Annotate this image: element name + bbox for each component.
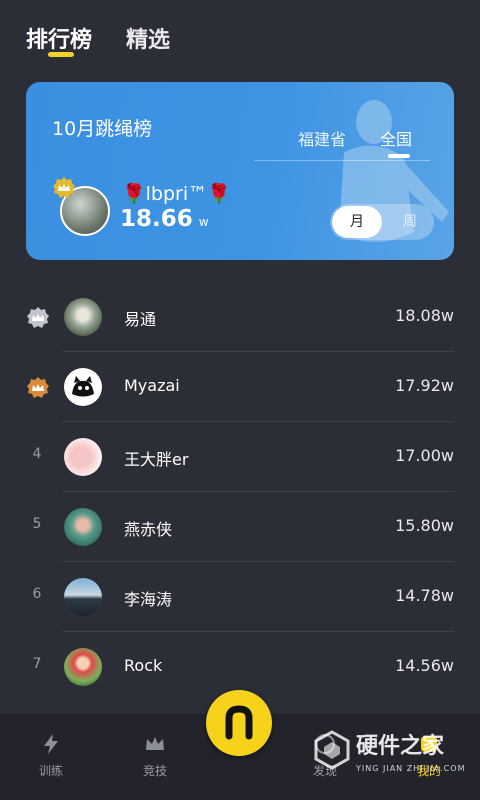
region-national[interactable]: 全国 xyxy=(380,126,412,150)
top-tabs: 排行榜 精选 xyxy=(0,0,480,70)
cat-icon xyxy=(72,376,94,397)
nav-train[interactable]: 训练 xyxy=(16,732,86,779)
watermark-subtext: YING JIAN ZHI JIA.COM xyxy=(356,764,466,773)
avatar xyxy=(64,508,102,546)
list-item[interactable]: 4 王大胖er 17.00w xyxy=(0,422,480,492)
rank-number: 7 xyxy=(32,656,42,672)
period-toggle: 月 周 xyxy=(330,204,434,240)
avatar xyxy=(64,368,102,406)
list-item[interactable]: 5 燕赤侠 15.80w xyxy=(0,492,480,562)
user-score: 17.92w xyxy=(395,376,454,395)
bronze-crown-icon xyxy=(27,377,49,398)
watermark-logo-icon xyxy=(314,730,350,770)
score-value: 18.66 xyxy=(120,206,193,232)
user-name: 王大胖er xyxy=(124,450,189,469)
rank-number: 4 xyxy=(32,446,42,462)
rope-logo-icon xyxy=(225,705,253,740)
top-user-score: 18.66 w xyxy=(120,206,209,232)
leaderboard-title: 10月跳绳榜 xyxy=(52,118,153,140)
rank-number: 6 xyxy=(32,586,42,602)
lightning-icon xyxy=(44,734,58,754)
period-week-button[interactable]: 周 xyxy=(388,204,432,240)
user-score: 15.80w xyxy=(395,516,454,535)
watermark-text: 硬件之家 xyxy=(356,734,445,759)
active-tab-indicator xyxy=(48,52,74,57)
rank-number: 5 xyxy=(32,516,42,532)
list-item[interactable]: Myazai 17.92w xyxy=(0,352,480,422)
region-province[interactable]: 福建省 xyxy=(298,126,346,150)
user-name: 燕赤侠 xyxy=(124,520,173,539)
avatar xyxy=(64,648,102,686)
nav-compete[interactable]: 竞技 xyxy=(120,732,190,779)
avatar xyxy=(64,578,102,616)
user-name: 易通 xyxy=(124,310,157,329)
gold-crown-icon xyxy=(53,177,75,198)
list-item[interactable]: 6 李海涛 14.78w xyxy=(0,562,480,632)
user-name: Myazai xyxy=(124,376,180,395)
top-user-name: 🌹lbpri™🌹 xyxy=(122,183,231,205)
watermark: 硬件之家 YING JIAN ZHI JIA.COM xyxy=(314,728,474,788)
user-name: 李海涛 xyxy=(124,590,173,609)
monthly-leader-card: 10月跳绳榜 福建省 全国 🌹lbpri™🌹 18.66 w 月 周 xyxy=(26,82,454,260)
score-unit: w xyxy=(198,215,209,229)
start-jump-button[interactable] xyxy=(206,690,272,756)
avatar xyxy=(64,438,102,476)
tab-featured[interactable]: 精选 xyxy=(126,22,170,54)
tab-leaderboard[interactable]: 排行榜 xyxy=(26,22,92,54)
avatar xyxy=(64,298,102,336)
crown-icon xyxy=(146,737,164,750)
nav-train-label: 训练 xyxy=(38,764,63,778)
user-score: 14.56w xyxy=(395,656,454,675)
nav-compete-label: 竞技 xyxy=(142,764,167,778)
user-score: 14.78w xyxy=(395,586,454,605)
user-score: 17.00w xyxy=(395,446,454,465)
silver-crown-icon xyxy=(27,307,49,328)
list-item[interactable]: 易通 18.08w xyxy=(0,282,480,352)
user-score: 18.08w xyxy=(395,306,454,325)
region-indicator xyxy=(388,154,410,158)
divider xyxy=(254,160,430,161)
period-month-button[interactable]: 月 xyxy=(332,206,382,238)
user-name: Rock xyxy=(124,656,163,675)
